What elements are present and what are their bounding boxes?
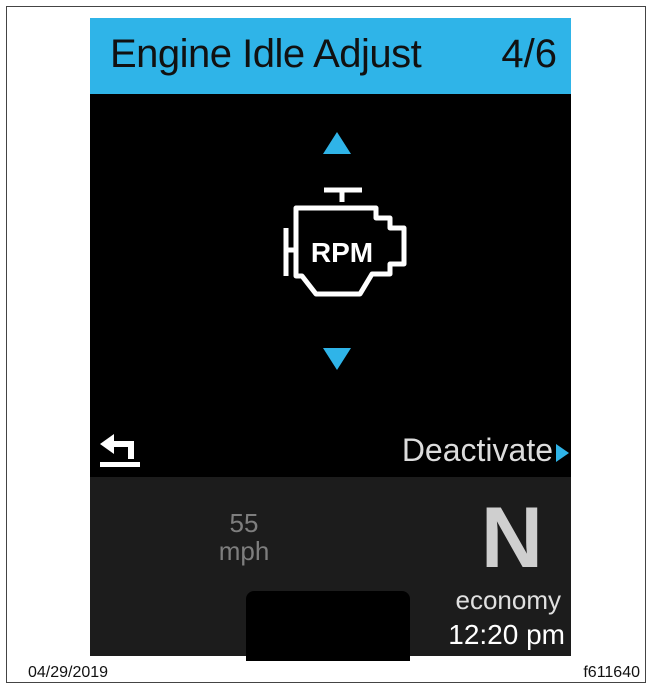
clock: 12:20 pm xyxy=(448,619,565,650)
drive-mode: economy xyxy=(455,585,562,615)
display-screen: Engine Idle Adjust 4/6 RPM Deactivate 55… xyxy=(90,18,571,661)
title-bar: Engine Idle Adjust 4/6 xyxy=(90,18,571,94)
back-icon[interactable] xyxy=(98,432,144,468)
caption-date: 04/29/2019 xyxy=(28,664,109,681)
deactivate-arrow-icon[interactable] xyxy=(556,444,569,462)
page-indicator: 4/6 xyxy=(501,32,557,76)
gear-indicator: N xyxy=(480,490,543,586)
engine-rpm-icon: RPM xyxy=(283,187,407,297)
center-display-panel xyxy=(246,591,410,661)
engine-icon-label: RPM xyxy=(311,237,373,268)
increase-arrow-icon[interactable] xyxy=(323,132,351,154)
speed-unit: mph xyxy=(218,536,270,566)
status-bar: 55 mph N economy 12:20 pm xyxy=(90,477,571,661)
page-title: Engine Idle Adjust xyxy=(110,32,422,76)
caption-figure-id: f611640 xyxy=(583,664,640,681)
speed-value: 55 xyxy=(229,508,259,538)
decrease-arrow-icon[interactable] xyxy=(323,348,351,370)
deactivate-button[interactable]: Deactivate xyxy=(402,432,553,469)
